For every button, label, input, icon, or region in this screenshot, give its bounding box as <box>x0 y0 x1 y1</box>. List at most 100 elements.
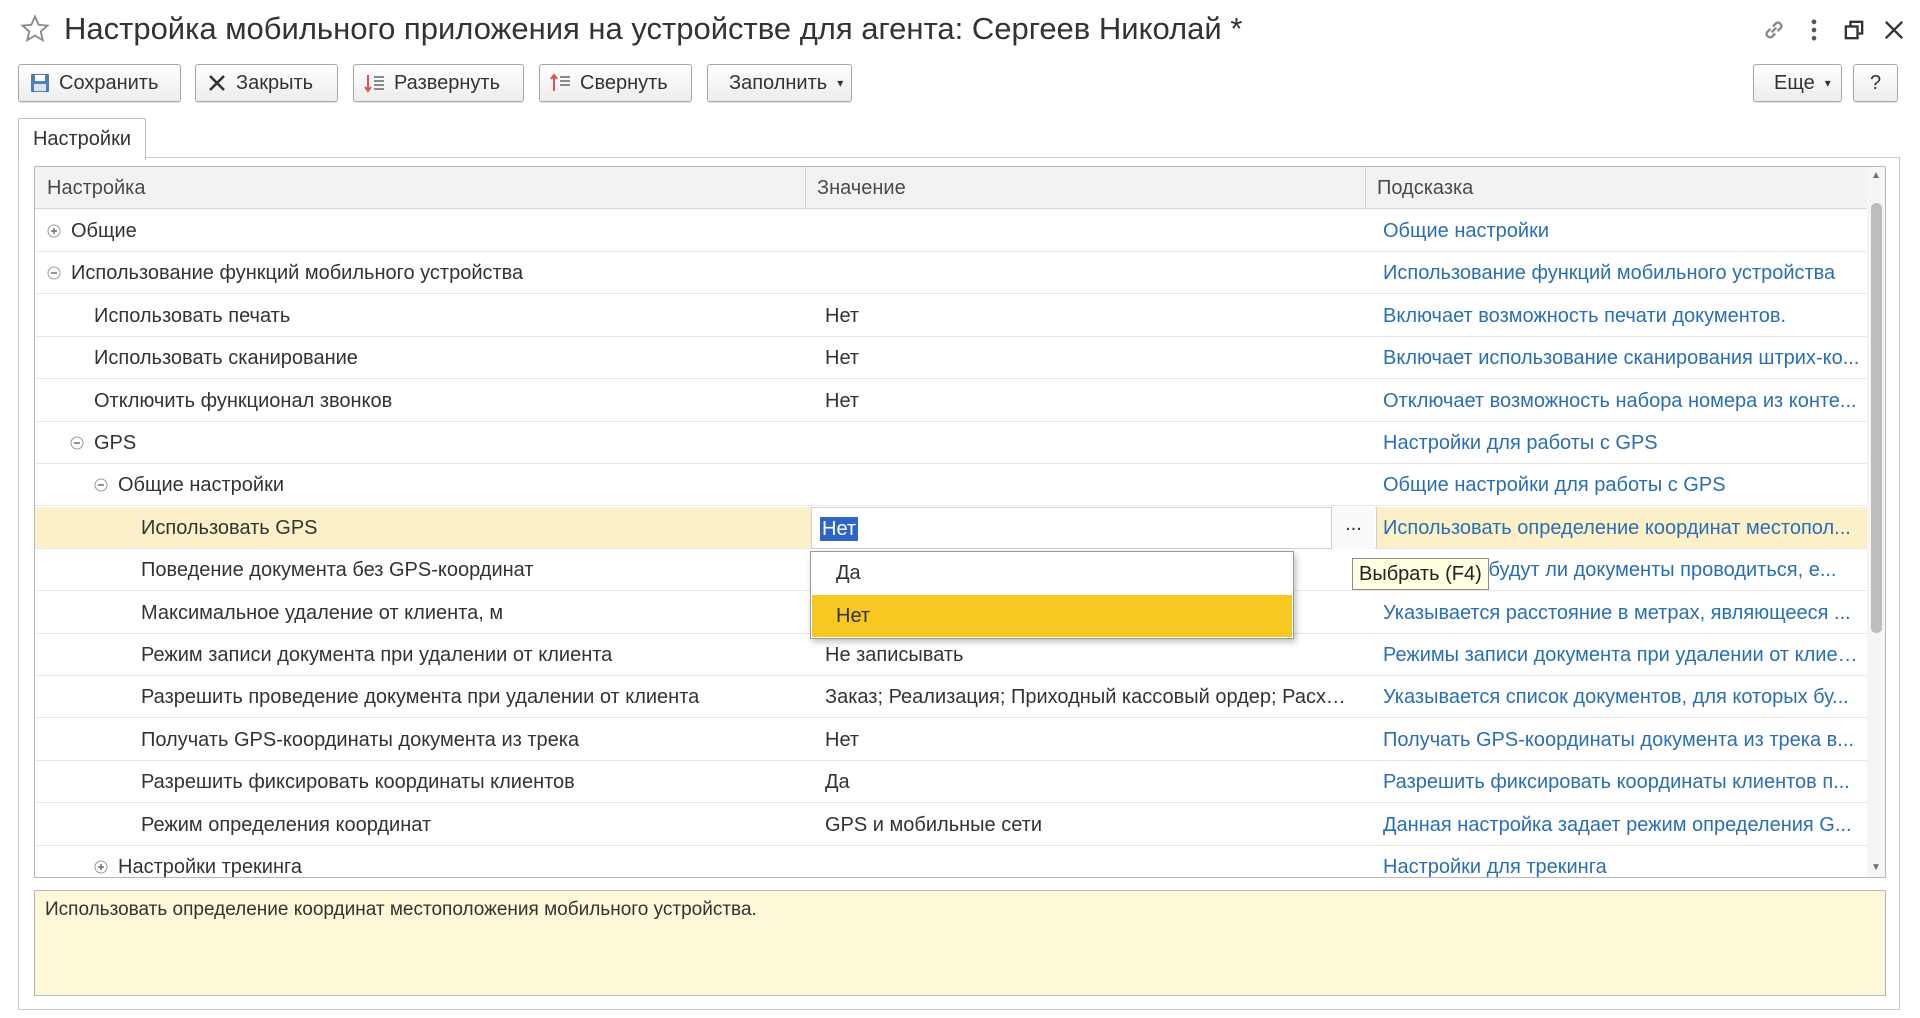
link-icon[interactable] <box>1760 16 1788 44</box>
save-label: Сохранить <box>59 71 159 94</box>
scrollbar-thumb[interactable] <box>1871 203 1882 633</box>
table-row[interactable]: Режим определения координат GPS и мобильн… <box>35 804 1867 846</box>
expand-plus-icon[interactable] <box>47 224 61 238</box>
value-editor-text[interactable]: Нет <box>820 517 859 541</box>
table-group-row[interactable]: Использование функций мобильного устройс… <box>35 252 1867 294</box>
tab-settings[interactable]: Настройки <box>18 118 146 160</box>
setting-hint-link[interactable]: Общие настройки <box>1371 210 1861 252</box>
select-tooltip: Выбрать (F4) <box>1352 558 1489 590</box>
setting-value[interactable]: Да <box>815 761 1355 803</box>
expand-button[interactable]: Развернуть <box>353 64 524 102</box>
tab-strip: Настройки <box>18 116 1898 160</box>
scroll-down-icon[interactable]: ▼ <box>1867 859 1885 877</box>
tab-settings-label: Настройки <box>32 128 132 150</box>
setting-name: Использовать GPS <box>141 517 318 539</box>
setting-value[interactable]: Нет <box>815 337 1355 379</box>
command-bar: Сохранить Закрыть Развернуть Свернуть За… <box>0 64 1920 104</box>
setting-value[interactable]: GPS и мобильные сети <box>815 804 1355 846</box>
setting-name: Режим определения координат <box>141 814 432 836</box>
table-row[interactable]: Разрешить проведение документа при удале… <box>35 676 1867 718</box>
collapse-button[interactable]: Свернуть <box>539 64 692 102</box>
value-dropdown: Да Нет <box>810 551 1294 639</box>
table-row[interactable]: Отключить функционал звонков Нет Отключает… <box>35 380 1867 422</box>
floppy-disk-icon <box>31 74 49 92</box>
setting-hint-link[interactable]: Указывается список документов, для котор… <box>1371 676 1861 718</box>
collapse-minus-icon[interactable] <box>70 436 84 450</box>
setting-hint-link[interactable]: Использование функций мобильного устройс… <box>1371 252 1861 294</box>
collapse-minus-icon[interactable] <box>94 478 108 492</box>
setting-hint-link[interactable]: Включает возможность печати документов. <box>1371 295 1861 337</box>
setting-value[interactable] <box>815 464 1355 506</box>
table-body: Общие Общие настройки Использование функци… <box>35 210 1867 878</box>
table-group-row[interactable]: Общие Общие настройки <box>35 210 1867 252</box>
column-header-value[interactable]: Значение <box>805 167 1365 209</box>
setting-name: Поведение документа без GPS-координат <box>141 559 534 581</box>
setting-hint-link[interactable]: Общие настройки для работы с GPS <box>1371 464 1861 506</box>
select-value-button[interactable]: ... <box>1331 507 1375 549</box>
window-title: Настройка мобильного приложения на устро… <box>64 11 1243 46</box>
setting-hint-link[interactable]: Настройки для трекинга <box>1371 846 1861 877</box>
more-vertical-icon[interactable] <box>1800 16 1828 44</box>
setting-name: Использовать печать <box>94 305 291 327</box>
more-button[interactable]: Еще ▾ <box>1753 64 1842 102</box>
setting-value[interactable]: Заказ; Реализация; Приходный кассовый ор… <box>815 676 1355 718</box>
dropdown-option-yes[interactable]: Да <box>812 552 1292 594</box>
setting-hint-link[interactable]: Использовать определение координат место… <box>1371 507 1861 549</box>
value-editor[interactable]: Нет <box>811 507 1377 549</box>
save-button[interactable]: Сохранить <box>18 64 181 102</box>
setting-name: Использование функций мобильного устройс… <box>71 262 524 284</box>
setting-value[interactable]: Нет <box>815 380 1355 422</box>
hint-text-area: Использовать определение координат место… <box>34 890 1886 996</box>
setting-hint-link[interactable]: Данная настройка задает режим определени… <box>1371 804 1861 846</box>
setting-hint-link[interactable]: Указывается расстояние в метрах, являюще… <box>1371 592 1861 634</box>
column-header-setting[interactable]: Настройка <box>35 167 805 209</box>
table-row[interactable]: Разрешить фиксировать координаты клиенто… <box>35 761 1867 803</box>
setting-value[interactable]: Нет <box>815 295 1355 337</box>
close-label: Закрыть <box>236 71 314 94</box>
expand-plus-icon[interactable] <box>94 860 108 874</box>
vertical-scrollbar[interactable]: ▲ ▼ <box>1867 167 1885 877</box>
close-x-icon <box>209 75 225 91</box>
setting-name: Общие настройки <box>118 474 284 496</box>
setting-hint-link[interactable]: Режимы записи документа при удалении от … <box>1371 634 1861 676</box>
setting-value[interactable] <box>815 252 1355 294</box>
table-row[interactable]: Режим записи документа при удалении от к… <box>35 634 1867 676</box>
table-row[interactable]: Получать GPS-координаты документа из тре… <box>35 719 1867 761</box>
setting-value[interactable] <box>815 422 1355 464</box>
table-group-row[interactable]: Общие настройки Общие настройки для работ… <box>35 464 1867 506</box>
collapse-minus-icon[interactable] <box>47 266 61 280</box>
setting-name: Использовать сканирование <box>94 347 358 369</box>
restore-window-icon[interactable] <box>1840 16 1868 44</box>
setting-value[interactable]: Нет <box>815 719 1355 761</box>
settings-table: Настройка Значение Подсказка Общие Общие … <box>34 166 1886 878</box>
column-header-hint[interactable]: Подсказка <box>1365 167 1867 209</box>
close-button[interactable]: Закрыть <box>195 64 338 102</box>
table-row[interactable]: Использовать печать Нет Включает возможнос… <box>35 295 1867 337</box>
table-row[interactable]: Использовать сканирование Нет Включает исп… <box>35 337 1867 379</box>
title-bar: Настройка мобильного приложения на устро… <box>0 0 1920 60</box>
setting-value[interactable]: Не записывать <box>815 634 1355 676</box>
setting-hint-link[interactable]: Получать GPS-координаты документа из тре… <box>1371 719 1861 761</box>
star-icon[interactable] <box>20 14 50 44</box>
table-group-row[interactable]: Настройки трекинга Настройки для трекинга <box>35 846 1867 878</box>
setting-name: Разрешить проведение документа при удале… <box>141 686 700 708</box>
collapse-label: Свернуть <box>580 71 668 94</box>
help-button[interactable]: ? <box>1853 64 1898 102</box>
table-group-row[interactable]: GPS Настройки для работы с GPS <box>35 422 1867 464</box>
fill-button[interactable]: Заполнить ▾ <box>707 64 852 102</box>
setting-name: Общие <box>71 220 137 242</box>
setting-name: Разрешить фиксировать координаты клиенто… <box>141 771 575 793</box>
setting-hint-link[interactable]: Разрешить фиксировать координаты клиенто… <box>1371 761 1861 803</box>
dropdown-option-no[interactable]: Нет <box>812 595 1292 637</box>
setting-name: Настройки трекинга <box>118 856 302 878</box>
setting-name: Максимальное удаление от клиента, м <box>141 602 504 624</box>
table-row[interactable]: Использовать GPS Нет... Использовать опред… <box>35 507 1867 549</box>
setting-hint-link[interactable]: Отключает возможность набора номера из к… <box>1371 380 1861 422</box>
setting-hint-link[interactable]: Настройки для работы с GPS <box>1371 422 1861 464</box>
close-icon[interactable] <box>1880 16 1908 44</box>
setting-value[interactable] <box>815 846 1355 877</box>
setting-value[interactable] <box>815 210 1355 252</box>
setting-hint-link[interactable]: Включает использование сканирования штри… <box>1371 337 1861 379</box>
scroll-up-icon[interactable]: ▲ <box>1867 167 1885 185</box>
dropdown-caret-icon: ▾ <box>1824 76 1831 90</box>
